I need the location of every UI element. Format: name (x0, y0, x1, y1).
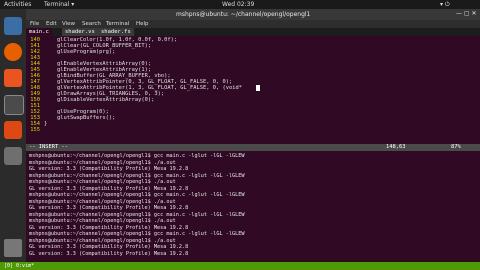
shell-line: mshpns@ubuntu:~/channel/opengl/opengl1$ … (29, 153, 245, 159)
dock (0, 9, 26, 270)
scroll-percent: 87% (451, 144, 461, 150)
menu-edit[interactable]: Edit (46, 21, 57, 27)
shell-line: mshpns@ubuntu:~/channel/opengl/opengl1$ … (29, 237, 176, 244)
top-panel: Activities Terminal ▾ Wed 02:39 ▾ ⏻ (0, 0, 480, 9)
code-line: glDisableVertexAttribArray(0); (44, 97, 155, 103)
vim-tabline: main.c shader.vs shader.fs (26, 28, 480, 36)
code-line: glUseProgram(prg); (44, 49, 116, 55)
code-line: glutSwapBuffers(); (44, 115, 116, 121)
shell-line: mshpns@ubuntu:~/channel/opengl/opengl1$ … (29, 231, 245, 237)
clock[interactable]: Wed 02:39 (222, 1, 254, 8)
tmux-status-bar: [0] 0:vim* (0, 262, 480, 270)
shell-line: GL version: 3.3 (Compatibility Profile) … (29, 244, 189, 250)
shell-line: mshpns@ubuntu:~/channel/opengl/opengl1$ … (29, 179, 176, 185)
window-controls[interactable]: — ▢ ✕ (456, 10, 477, 17)
app-menu[interactable]: Terminal ▾ (44, 1, 74, 8)
terminal-window: mshpns@ubuntu: ~/channel/opengl/opengl1 … (26, 9, 480, 270)
shell-line: GL version: 3.3 (Compatibility Profile) … (29, 185, 189, 192)
shell-line: GL version: 3.3 (Compatibility Profile) … (29, 224, 189, 231)
menubar: File Edit View Search Terminal Help (26, 20, 480, 28)
shell-output[interactable]: mshpns@ubuntu:~/channel/opengl/opengl1$ … (26, 151, 480, 263)
shell-line: mshpns@ubuntu:~/channel/opengl/opengl1$ … (29, 211, 245, 218)
menu-view[interactable]: View (62, 21, 75, 27)
menu-search[interactable]: Search (82, 21, 101, 27)
cursor-position: 148,63 (386, 144, 406, 150)
menu-terminal[interactable]: Terminal (106, 21, 129, 27)
line-number: 155 (30, 127, 40, 133)
shell-line: GL version: 3.3 (Compatibility Profile) … (29, 250, 189, 257)
tab-main-c[interactable]: main.c (26, 28, 52, 36)
tab-shader-fs[interactable]: shader.fs (98, 28, 134, 36)
window-title: mshpns@ubuntu: ~/channel/opengl/opengl1 (176, 11, 311, 18)
shell-line: mshpns@ubuntu:~/channel/opengl/opengl1$ … (29, 159, 176, 166)
mode-indicator: -- INSERT -- (29, 144, 68, 150)
code-line: } (44, 121, 48, 127)
shell-line: GL version: 3.3 (Compatibility Profile) … (29, 166, 189, 172)
shell-line: mshpns@ubuntu:~/channel/opengl/opengl1$ … (29, 172, 245, 179)
shell-line: GL version: 3.3 (Compatibility Profile) … (29, 205, 189, 211)
shell-line: mshpns@ubuntu:~/channel/opengl/opengl1$ … (29, 218, 176, 224)
terminal-icon[interactable] (4, 95, 24, 115)
vim-editor[interactable]: 140 glClearColor(1.0f, 1.0f, 0.0f, 0.0f)… (26, 36, 480, 144)
vscode-icon[interactable] (4, 121, 22, 139)
window-titlebar: mshpns@ubuntu: ~/channel/opengl/opengl1 … (26, 9, 480, 20)
vim-statusline: -- INSERT -- 148,63 87% (26, 144, 480, 151)
software-icon[interactable] (4, 69, 22, 87)
tmux-window-list[interactable]: [0] 0:vim* (4, 262, 34, 270)
menu-help[interactable]: Help (136, 21, 149, 27)
activities-button[interactable]: Activities (4, 1, 31, 8)
show-apps-icon[interactable] (4, 239, 22, 257)
menu-file[interactable]: File (30, 21, 39, 27)
shell-line: mshpns@ubuntu:~/channel/opengl/opengl1$ … (29, 192, 245, 198)
tab-shader-vs[interactable]: shader.vs (62, 28, 98, 36)
text-cursor (256, 85, 260, 91)
text-editor-icon[interactable] (4, 147, 22, 165)
system-menu-icon[interactable]: ▾ ⏻ (440, 1, 450, 8)
shell-line: mshpns@ubuntu:~/channel/opengl/opengl1$ … (29, 198, 176, 205)
firefox-icon[interactable] (4, 43, 22, 61)
files-icon[interactable] (4, 17, 22, 35)
